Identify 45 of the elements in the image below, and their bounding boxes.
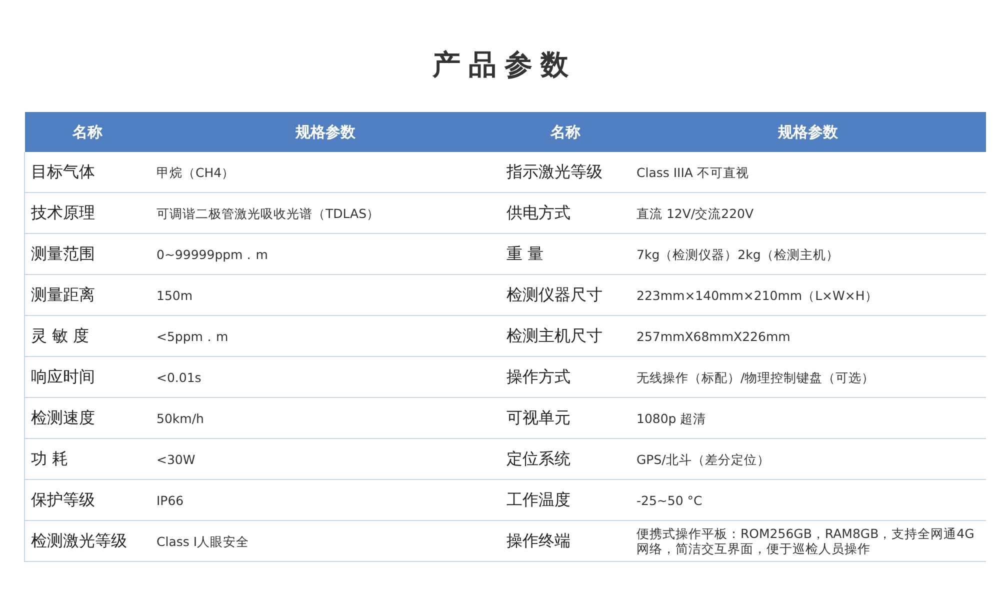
parameter-name: 测量距离 [31,284,95,304]
parameter-name: 目标气体 [31,162,95,180]
parameter-value: 直流 12V/交流220V [636,206,754,220]
parameter-name: 检测仪器尺寸 [506,284,602,304]
parameter-value: 甲烷（CH4） [156,164,235,180]
parameter-value: 7kg（检测仪器）2kg（检测主机） [636,246,839,262]
parameter-value: 257mmX68mmX226mm [636,328,790,344]
parameter-name: 功 耗 [31,448,68,468]
parameter-value: <5ppm．m [156,328,228,344]
parameter-name: 保护等级 [31,490,95,508]
parameter-value: Class I人眼安全 [156,534,250,548]
parameter-value: 1080p 超清 [636,410,706,426]
parameter-value: IP66 [156,492,184,508]
parameter-name: 检测速度 [31,408,95,426]
parameter-name: 测量范围 [31,244,95,262]
parameter-value: <0.01s [156,370,202,384]
parameter-name: 响应时间 [31,366,95,386]
parameter-name: 技术原理 [31,202,95,222]
page-title: 产品参数 [431,47,578,83]
parameter-value: 便携式操作平板：ROM256GB，RAM8GB，支持全网通4G网络，简洁交互界面，便于巡检人员操作 [636,526,974,556]
parameter-name: 指示激光等级 [506,162,602,180]
parameter-value: 50km/h [156,410,204,426]
column-header: 规格参数 [150,112,500,152]
column-header: 名称 [24,112,150,152]
parameter-name: 检测主机尺寸 [506,326,602,344]
parameter-value: <30W [156,452,196,466]
parameter-value: 150m [156,288,193,302]
column-header: 规格参数 [630,112,986,152]
parameter-value: 223mm×140mm×210mm（L×W×H） [636,288,878,302]
parameter-value: 无线操作（标配）/物理控制键盘（可选） [636,370,875,384]
parameter-name: 操作终端 [506,530,570,550]
parameter-value: -25~50 °C [636,492,702,508]
parameter-name: 可视单元 [506,408,570,426]
parameter-name: 检测激光等级 [31,530,127,550]
column-header: 名称 [500,112,630,152]
parameter-name: 工作温度 [506,490,570,508]
parameter-value: 可调谐二极管激光吸收光谱（TDLAS） [156,206,380,220]
parameter-value: 0~99999ppm．m [156,246,268,262]
parameter-value: GPS/北斗（差分定位） [636,452,770,466]
parameter-value: Class IIIA 不可直视 [636,164,749,180]
parameter-name: 定位系统 [506,448,570,468]
parameter-name: 操作方式 [506,366,570,386]
parameter-name: 灵 敏 度 [31,326,90,344]
parameter-name: 重 量 [506,244,544,262]
parameter-name: 供电方式 [506,202,570,222]
